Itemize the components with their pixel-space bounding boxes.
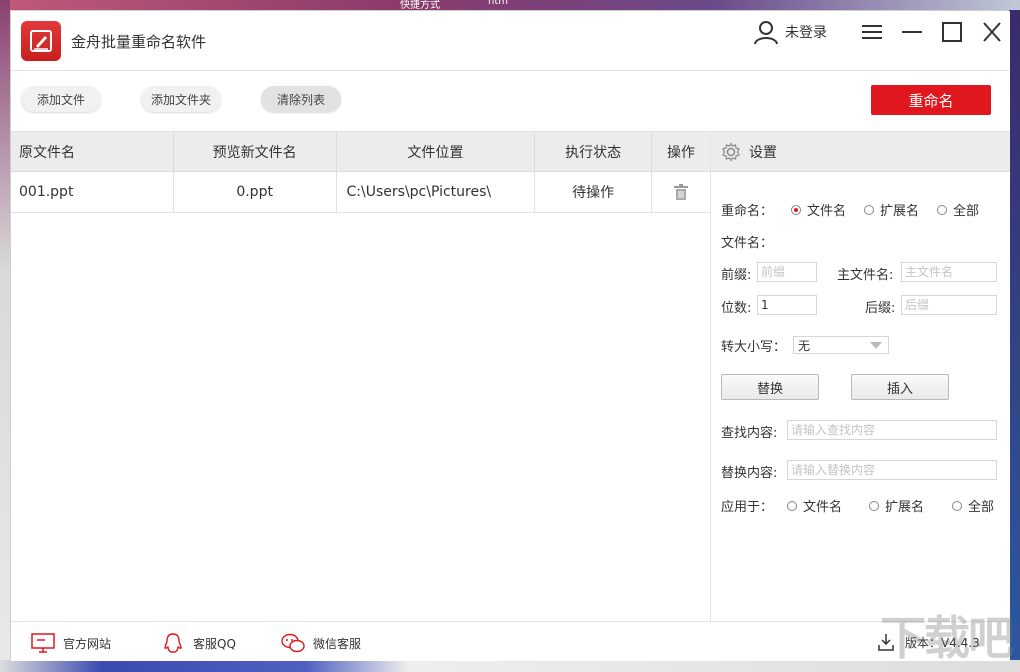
column-header-status: 执行状态 (535, 132, 653, 171)
suffix-label: 后缀: (865, 301, 896, 316)
close-icon (983, 22, 1001, 42)
radio-selected-icon (791, 204, 801, 215)
wechat-icon (281, 633, 305, 653)
find-input[interactable] (787, 420, 997, 440)
desktop-top-strip: 快捷方式 htm (0, 0, 1020, 11)
rename-scope-label: 重命名： (721, 204, 774, 219)
desktop-label: htm (488, 0, 508, 7)
main-name-input[interactable] (901, 262, 997, 282)
main-name-label: 主文件名: (837, 268, 894, 283)
add-file-button[interactable]: 添加文件 (21, 86, 101, 112)
rename-scope-extension-radio[interactable]: 扩展名 (864, 200, 919, 219)
column-header-preview: 预览新文件名 (174, 132, 337, 171)
login-button[interactable]: 未登录 (753, 19, 827, 45)
rename-button[interactable]: 重命名 (871, 85, 991, 115)
clear-list-button[interactable]: 清除列表 (261, 86, 341, 112)
official-website-label: 官方网站 (63, 636, 112, 651)
replace-with-input[interactable] (787, 460, 997, 480)
settings-title: 设置 (749, 144, 777, 161)
trash-icon (674, 184, 689, 200)
filename-section-label: 文件名： (721, 236, 774, 251)
add-folder-button[interactable]: 添加文件夹 (141, 86, 221, 112)
find-label: 查找内容: (721, 426, 778, 441)
close-button[interactable] (979, 21, 1005, 43)
apply-to-label: 应用于： (721, 500, 774, 515)
settings-panel: 设置 重命名： 文件名 扩展名 全部 文件名： 前缀: 主文件名: 位数: 后缀… (711, 132, 1010, 621)
case-label: 转大小写： (721, 340, 787, 355)
maximize-icon (942, 22, 962, 42)
apply-extension-radio[interactable]: 扩展名 (869, 496, 924, 515)
app-window: 金舟批量重命名软件 未登录 添加文件 添加文件夹 清除列表 重命名 原文件名 预… (10, 10, 1010, 661)
column-header-action: 操作 (667, 144, 696, 161)
digits-label: 位数: (721, 301, 752, 316)
column-header-location: 文件位置 (337, 132, 536, 171)
case-select-value: 无 (798, 338, 811, 353)
qq-support-link[interactable]: 客服QQ (161, 632, 236, 654)
watermark: 下载吧 (880, 611, 1014, 665)
monitor-icon (31, 633, 55, 653)
app-logo-icon (21, 21, 61, 61)
suffix-input[interactable] (901, 295, 997, 315)
case-select[interactable]: 无 (793, 336, 889, 354)
chevron-down-icon (870, 342, 882, 349)
pen-icon (30, 30, 52, 52)
maximize-button[interactable] (939, 21, 965, 43)
table-row[interactable]: 001.ppt 0.ppt C:\Users\pc\Pictures\ 待操作 (11, 172, 710, 213)
hamburger-icon (862, 25, 882, 39)
column-header-original: 原文件名 (11, 132, 174, 171)
minimize-button[interactable] (899, 21, 925, 43)
apply-filename-radio[interactable]: 文件名 (787, 496, 842, 515)
toolbar: 添加文件 添加文件夹 清除列表 重命名 (11, 71, 1010, 132)
digits-input[interactable] (757, 295, 817, 315)
title-bar: 金舟批量重命名软件 未登录 (11, 11, 1010, 71)
replace-with-label: 替换内容: (721, 466, 778, 481)
table-header: 原文件名 预览新文件名 文件位置 执行状态 操作 (11, 132, 710, 172)
radio-icon (937, 204, 947, 215)
radio-icon (869, 500, 879, 511)
file-table: 原文件名 预览新文件名 文件位置 执行状态 操作 001.ppt 0.ppt C… (11, 132, 711, 621)
cell-preview-name: 0.ppt (174, 172, 337, 212)
prefix-label: 前缀: (721, 268, 752, 283)
radio-icon (787, 500, 797, 511)
qq-support-label: 客服QQ (193, 636, 236, 651)
radio-icon (952, 500, 962, 511)
insert-button[interactable]: 插入 (851, 374, 949, 400)
app-title: 金舟批量重命名软件 (71, 33, 207, 51)
login-label: 未登录 (785, 25, 827, 41)
qq-icon (164, 633, 182, 653)
settings-header: 设置 (711, 132, 1010, 172)
radio-icon (864, 204, 874, 215)
footer-bar: 官方网站 客服QQ 微信客服 版本：V4.4.3 (11, 621, 1010, 661)
minimize-icon (902, 31, 922, 33)
official-website-link[interactable]: 官方网站 (31, 632, 111, 654)
rename-scope-all-radio[interactable]: 全部 (937, 200, 979, 219)
replace-button[interactable]: 替换 (721, 374, 819, 400)
rename-scope-filename-radio[interactable]: 文件名 (791, 200, 846, 219)
menu-button[interactable] (859, 21, 885, 43)
user-icon (754, 21, 778, 45)
gear-icon (722, 141, 740, 162)
cell-location: C:\Users\pc\Pictures\ (337, 172, 536, 212)
apply-all-radio[interactable]: 全部 (952, 496, 994, 515)
wechat-support-link[interactable]: 微信客服 (281, 632, 361, 654)
desktop-bottom-strip (0, 660, 1020, 672)
delete-row-button[interactable] (652, 172, 710, 212)
cell-original-name: 001.ppt (11, 172, 174, 212)
cell-status: 待操作 (535, 172, 653, 212)
wechat-support-label: 微信客服 (313, 636, 362, 651)
desktop-left-strip (0, 0, 10, 672)
prefix-input[interactable] (757, 262, 817, 282)
